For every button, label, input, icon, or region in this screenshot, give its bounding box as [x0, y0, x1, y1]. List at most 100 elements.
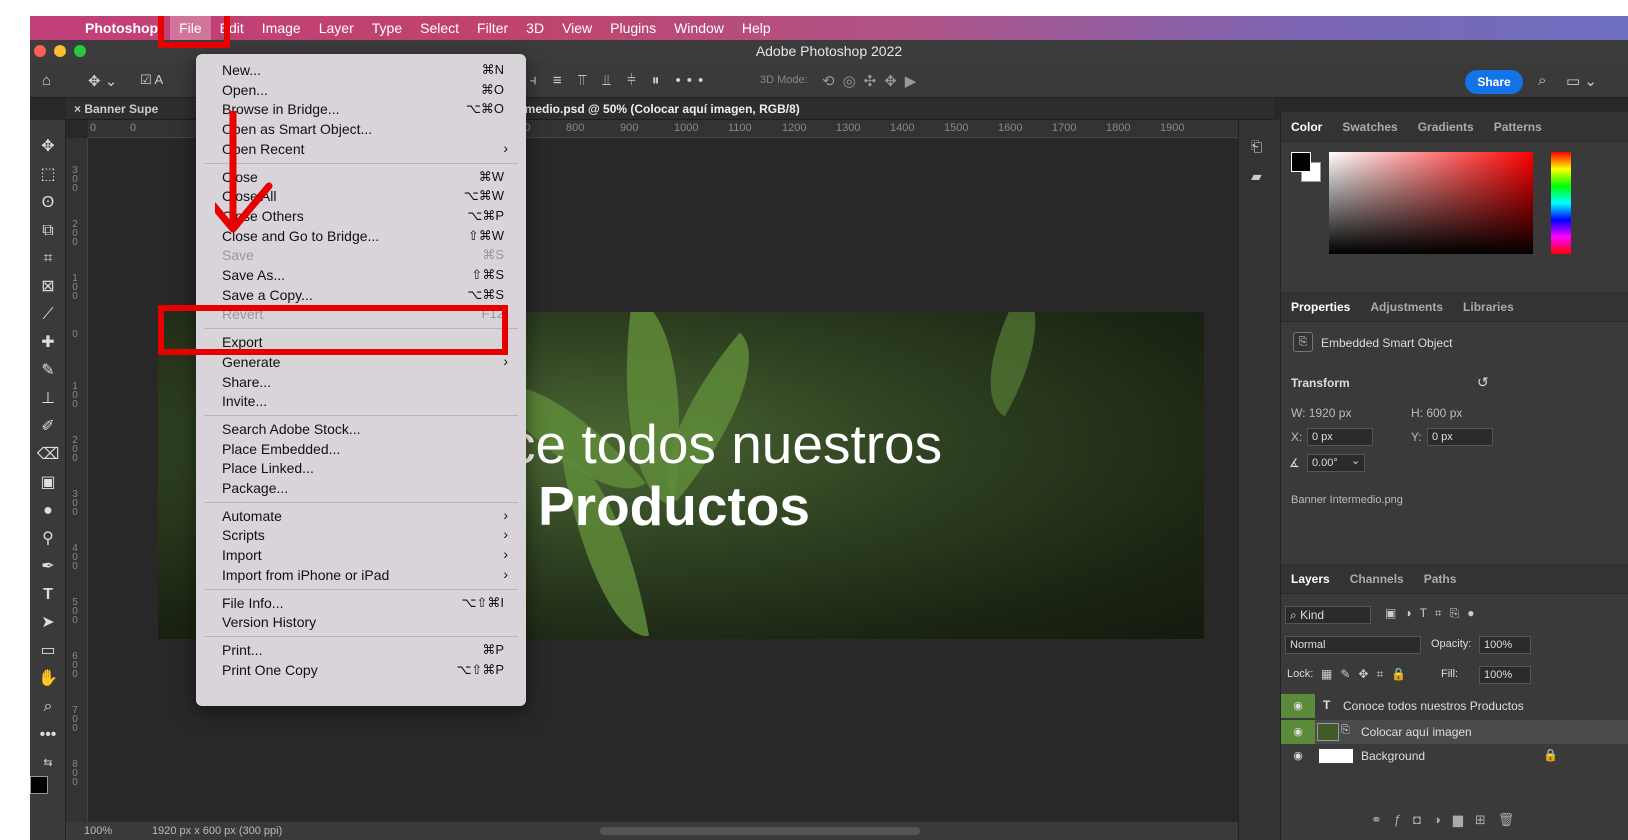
menu-help[interactable]: Help	[733, 16, 780, 40]
zoom-window-icon[interactable]	[74, 45, 86, 57]
crop-tool-icon[interactable]: ⌗	[30, 246, 66, 272]
eraser-tool-icon[interactable]: ⌫	[30, 442, 66, 468]
eyedropper-tool-icon[interactable]: ⟋	[30, 302, 66, 328]
close-window-icon[interactable]	[34, 45, 46, 57]
path-select-tool-icon[interactable]: ➤	[30, 610, 66, 636]
horizontal-scrollbar[interactable]	[600, 827, 920, 835]
menu-item-import-from-iphone-or-ipad[interactable]: Import from iPhone or iPad ›	[196, 565, 526, 585]
workspace-icon[interactable]: ▭ ⌄	[1566, 72, 1597, 90]
more-tools-icon[interactable]: •••	[30, 722, 66, 748]
swap-colors-icon[interactable]: ⇆	[30, 750, 66, 776]
home-icon[interactable]: ⌂	[42, 72, 51, 89]
tab-layers[interactable]: Layers	[1281, 564, 1340, 593]
color-picker-field[interactable]	[1329, 152, 1533, 254]
opacity-field[interactable]: 100%	[1479, 636, 1531, 654]
marquee-tool-icon[interactable]: ⬚	[30, 162, 66, 188]
menu-filter[interactable]: Filter	[468, 16, 517, 40]
close-tab-icon[interactable]: ×	[74, 102, 84, 116]
menu-view[interactable]: View	[553, 16, 601, 40]
layer-row[interactable]: ◉ Background 🔒	[1281, 744, 1628, 768]
menu-item-automate[interactable]: Automate ›	[196, 506, 526, 526]
layer-filter-select[interactable]: ⌕ Kind	[1285, 606, 1371, 624]
comments-icon[interactable]: ▰	[1251, 168, 1262, 185]
foreground-color-chip[interactable]	[1291, 152, 1311, 172]
search-icon[interactable]: ⌕	[1538, 72, 1546, 89]
minimize-window-icon[interactable]	[54, 45, 66, 57]
tab-patterns[interactable]: Patterns	[1484, 112, 1552, 141]
menu-3d[interactable]: 3D	[517, 16, 553, 40]
layer-footer-icons[interactable]: ⚭ƒ◘◑▆⊞🗑	[1371, 812, 1526, 828]
menu-item-save-as[interactable]: Save As... ⇧⌘S	[196, 265, 526, 285]
menu-item-place-embedded[interactable]: Place Embedded...	[196, 439, 526, 459]
menu-image[interactable]: Image	[253, 16, 310, 40]
3d-mode-icons[interactable]: ⟲◎✣✥▶	[822, 72, 924, 90]
layer-row[interactable]: ◉ T Conoce todos nuestros Productos	[1281, 694, 1628, 718]
tab-channels[interactable]: Channels	[1340, 564, 1414, 593]
blur-tool-icon[interactable]: ●	[30, 498, 66, 524]
menu-select[interactable]: Select	[411, 16, 468, 40]
align-icons[interactable]: ⫠ ⫞ ≡ ⫪ ⫫ ⫩ ⏸ •••	[504, 72, 709, 89]
hand-tool-icon[interactable]: ✋	[30, 666, 66, 692]
chevron-down-icon[interactable]: ⌄	[1351, 454, 1360, 467]
eye-icon[interactable]: ◉	[1281, 744, 1315, 768]
hue-slider[interactable]	[1551, 152, 1571, 254]
menu-layer[interactable]: Layer	[310, 16, 363, 40]
pen-tool-icon[interactable]: ✒	[30, 554, 66, 580]
menu-item-import[interactable]: Import ›	[196, 545, 526, 565]
history-icon[interactable]: ⎗	[1251, 138, 1262, 155]
fill-field[interactable]: 100%	[1479, 666, 1531, 684]
y-field[interactable]: 0 px	[1427, 428, 1493, 446]
menu-item-share[interactable]: Share...	[196, 372, 526, 392]
menu-item-open[interactable]: Open... ⌘O	[196, 80, 526, 100]
history-brush-tool-icon[interactable]: ✐	[30, 414, 66, 440]
move-tool-icon[interactable]: ✥	[30, 134, 66, 160]
x-field[interactable]: 0 px	[1307, 428, 1373, 446]
menu-item-package[interactable]: Package...	[196, 478, 526, 498]
menu-item-print[interactable]: Print... ⌘P	[196, 640, 526, 660]
lasso-tool-icon[interactable]: ʘ	[30, 190, 66, 216]
brush-tool-icon[interactable]: ✎	[30, 358, 66, 384]
tab-banner-1[interactable]: × Banner Supe	[74, 98, 158, 120]
gradient-tool-icon[interactable]: ▣	[30, 470, 66, 496]
menu-item-save-a-copy[interactable]: Save a Copy... ⌥⌘S	[196, 285, 526, 305]
tab-banner-active[interactable]: ntermedio.psd @ 50% (Colocar aquí imagen…	[502, 98, 800, 120]
tab-gradients[interactable]: Gradients	[1408, 112, 1484, 141]
menu-item-scripts[interactable]: Scripts ›	[196, 525, 526, 545]
menu-item-search-adobe-stock[interactable]: Search Adobe Stock...	[196, 419, 526, 439]
type-tool-icon[interactable]: T	[30, 582, 66, 608]
lock-icons[interactable]: ▦✎✥⌗🔒	[1321, 667, 1414, 682]
menu-photoshop[interactable]: Photoshop	[76, 16, 170, 40]
layer-row-selected[interactable]: ◉ ⎘ Colocar aquí imagen	[1281, 720, 1628, 744]
tab-color[interactable]: Color	[1281, 112, 1332, 141]
auto-select-checkbox[interactable]: ☑ A	[140, 72, 163, 88]
healing-tool-icon[interactable]: ✚	[30, 330, 66, 356]
menu-item-place-linked[interactable]: Place Linked...	[196, 458, 526, 478]
menu-item-version-history[interactable]: Version History	[196, 612, 526, 632]
frame-tool-icon[interactable]: ⊠	[30, 274, 66, 300]
tab-adjustments[interactable]: Adjustments	[1360, 292, 1453, 321]
blend-mode-select[interactable]: Normal	[1285, 636, 1421, 654]
stamp-tool-icon[interactable]: ⊥	[30, 386, 66, 412]
zoom-tool-icon[interactable]: ⌕	[30, 694, 66, 720]
layer-filter-icons[interactable]: ▣◑T⌗⎘●	[1385, 606, 1483, 621]
menu-item-file-info[interactable]: File Info... ⌥⇧⌘I	[196, 593, 526, 613]
tab-properties[interactable]: Properties	[1281, 292, 1360, 321]
move-tool-options-icon[interactable]: ✥ ⌄	[88, 72, 117, 90]
foreground-color-swatch[interactable]	[30, 776, 48, 794]
object-select-tool-icon[interactable]: ⧉	[30, 218, 66, 244]
reset-transform-icon[interactable]: ↺	[1477, 374, 1489, 391]
tab-libraries[interactable]: Libraries	[1453, 292, 1524, 321]
document-size[interactable]: 1920 px x 600 px (300 ppi)	[152, 825, 282, 837]
zoom-level[interactable]: 100%	[84, 825, 112, 837]
tab-swatches[interactable]: Swatches	[1332, 112, 1407, 141]
menu-window[interactable]: Window	[665, 16, 733, 40]
eye-icon[interactable]: ◉	[1281, 720, 1315, 744]
menu-type[interactable]: Type	[363, 16, 411, 40]
menu-plugins[interactable]: Plugins	[601, 16, 665, 40]
menu-item-invite[interactable]: Invite...	[196, 391, 526, 411]
share-button[interactable]: Share	[1465, 70, 1523, 94]
eye-icon[interactable]: ◉	[1281, 694, 1315, 718]
dodge-tool-icon[interactable]: ⚲	[30, 526, 66, 552]
rectangle-tool-icon[interactable]: ▭	[30, 638, 66, 664]
menu-item-print-one-copy[interactable]: Print One Copy ⌥⇧⌘P	[196, 660, 526, 680]
